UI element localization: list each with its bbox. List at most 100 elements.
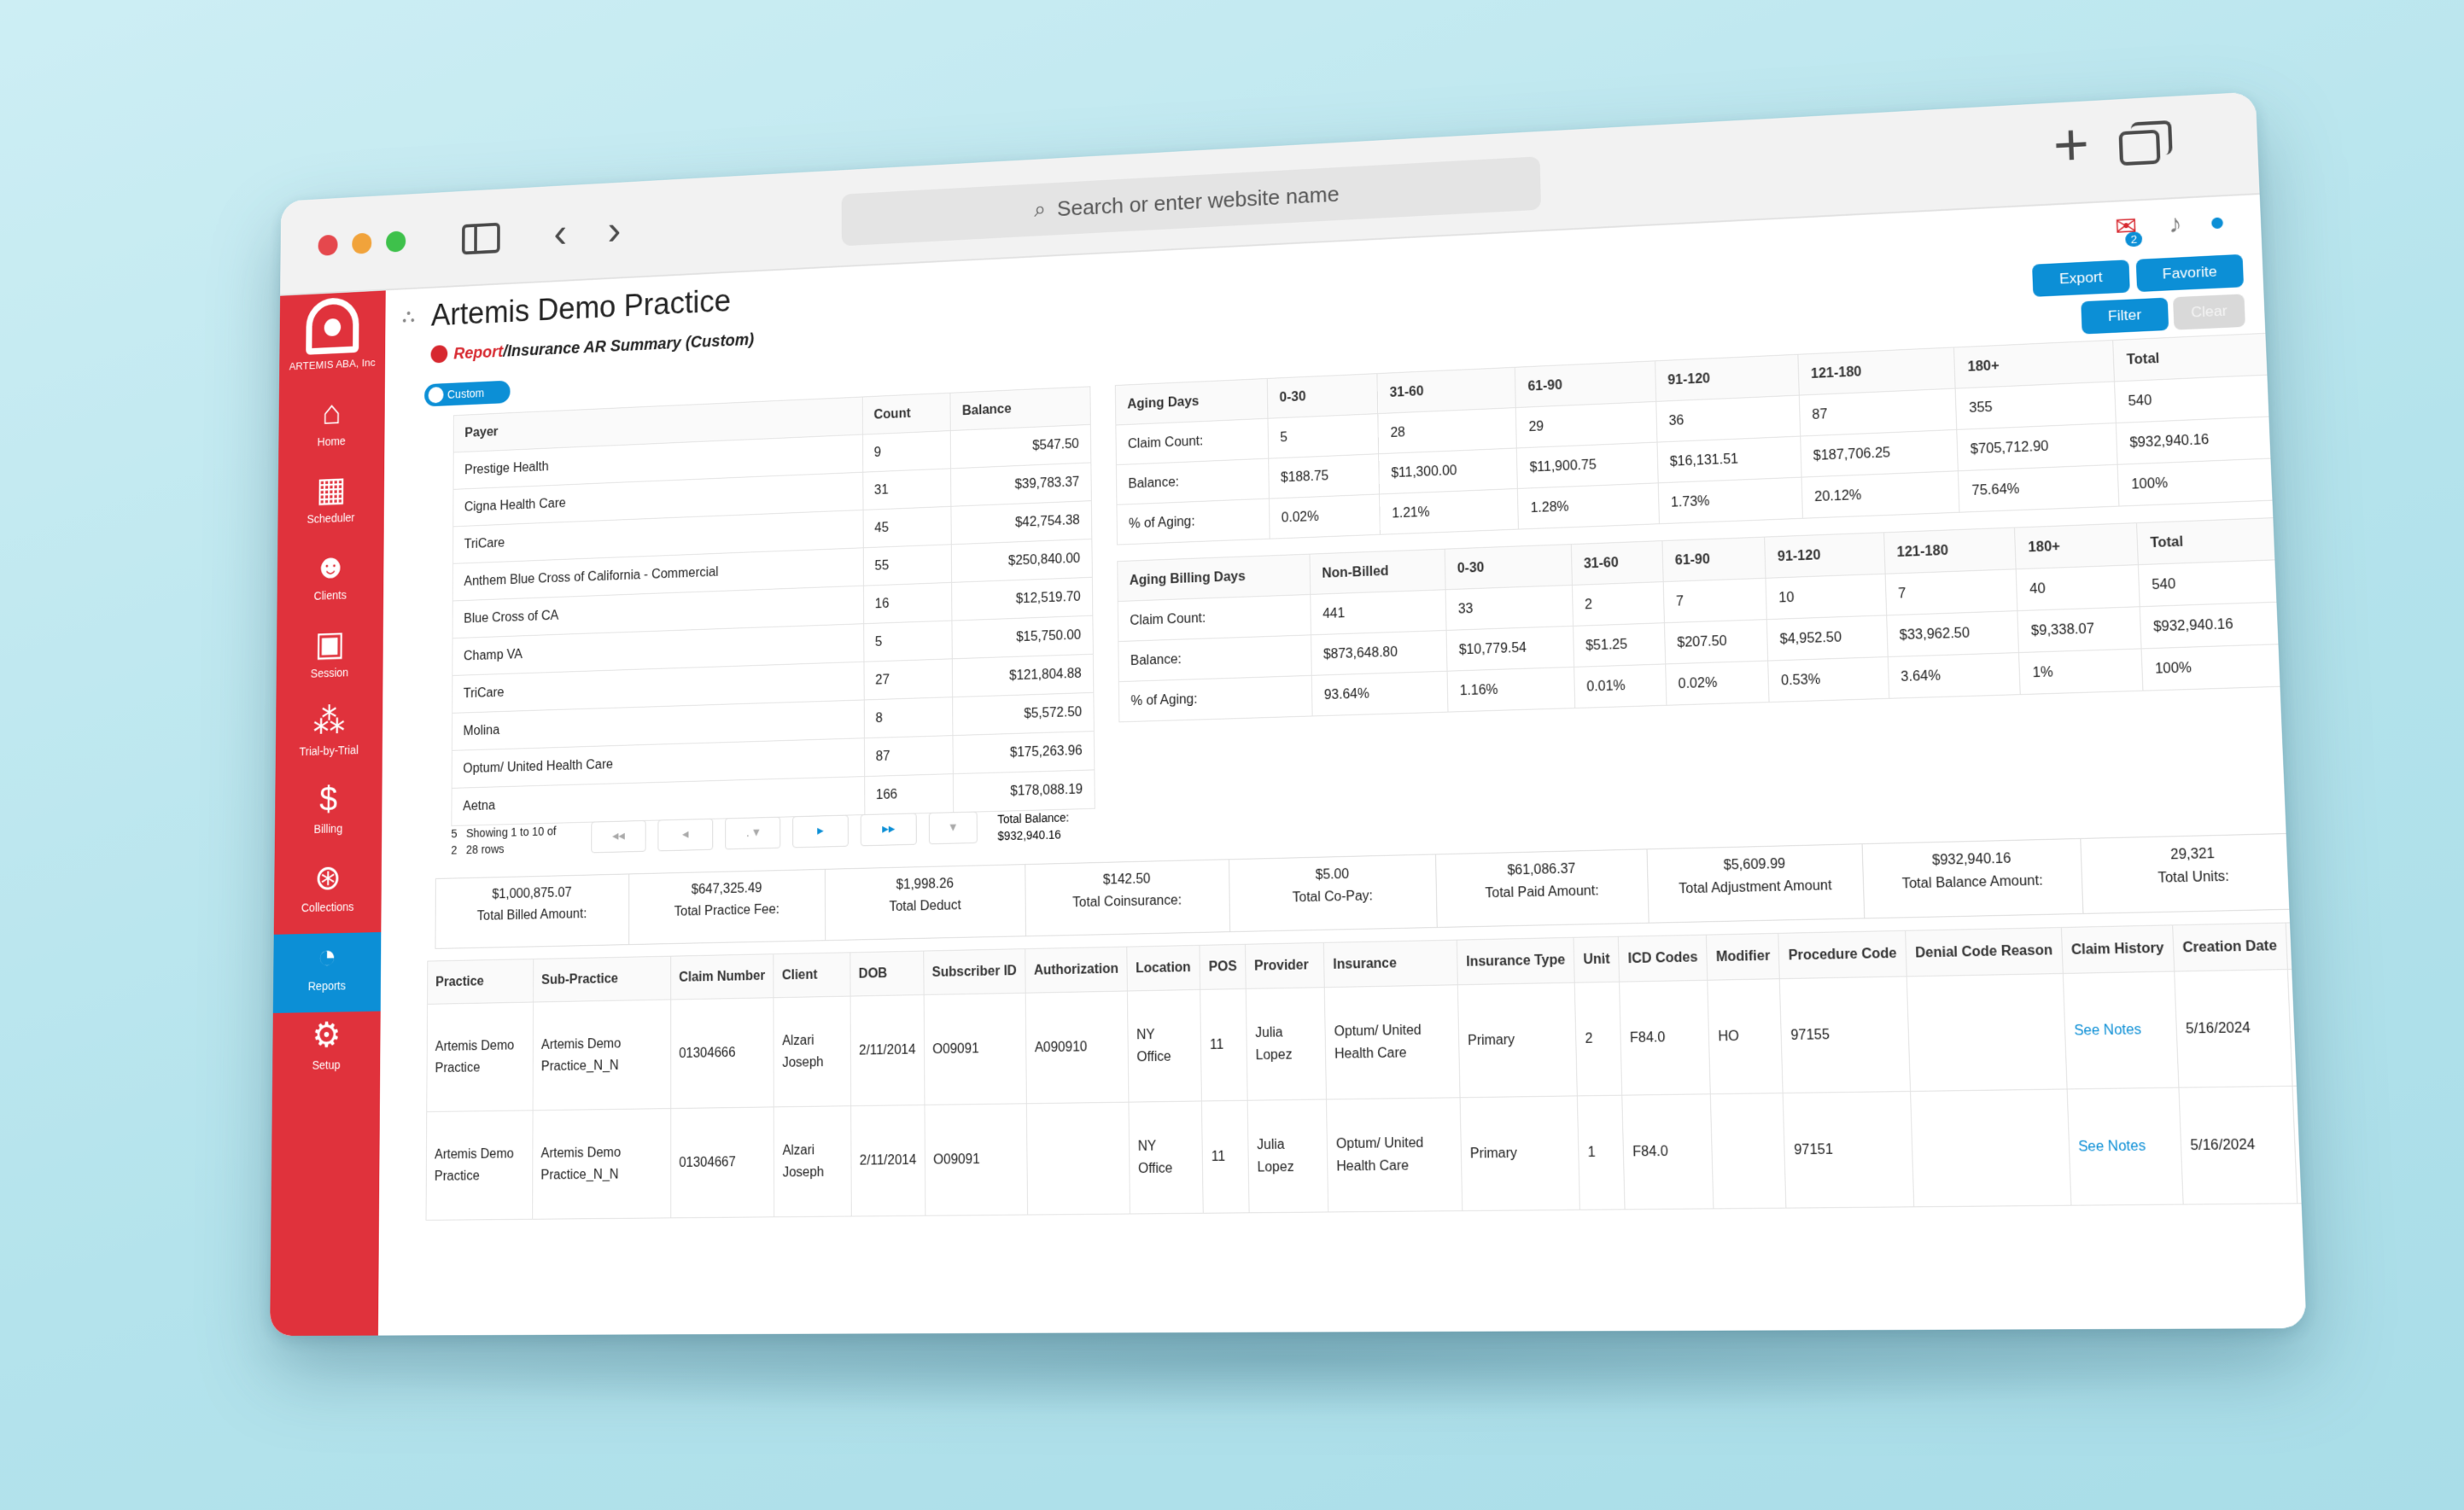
row-label: Claim Count: <box>1118 594 1311 642</box>
summary-value: $5,609.99 <box>1723 856 1786 873</box>
payer-count: 31 <box>862 468 952 510</box>
column-header[interactable]: Insurance <box>1323 940 1458 988</box>
column-header[interactable]: Subscriber ID <box>923 948 1026 995</box>
sidebar-toggle-icon[interactable] <box>461 222 500 255</box>
prev-page-button[interactable]: ◂ <box>657 818 714 852</box>
rows-dropdown[interactable]: ▾ <box>928 811 978 845</box>
table-cell: 20.12% <box>1801 470 1960 519</box>
column-header[interactable]: DC <box>2285 922 2307 970</box>
table-cell: 40 <box>2016 564 2140 611</box>
table-cell: 33 <box>1445 585 1574 631</box>
table-cell: 97155 <box>1779 976 1911 1093</box>
page-select[interactable]: . ▾ <box>725 816 781 850</box>
maximize-window-button[interactable] <box>386 230 406 253</box>
table-cell: $207.50 <box>1664 619 1768 664</box>
sidebar-item-home[interactable]: ⌂ Home <box>278 388 385 469</box>
summary-value: $142.50 <box>1102 872 1151 888</box>
column-header[interactable]: Unit <box>1574 936 1620 983</box>
payer-count: 8 <box>863 697 954 738</box>
column-header[interactable]: Procedure Code <box>1778 930 1907 979</box>
last-page-button[interactable]: ▸▸ <box>860 813 917 847</box>
new-tab-plus-icon[interactable]: + <box>2052 110 2091 178</box>
logo-mark-icon <box>306 296 359 355</box>
sidebar: ARTEMIS ABA, Inc ⌂ Home ▦ Scheduler ☻ Cl… <box>270 290 386 1337</box>
table-cell: 100% <box>2140 644 2289 691</box>
favorite-button[interactable]: Favorite <box>2135 254 2245 293</box>
column-header[interactable]: Denial Code Reason <box>1905 927 2063 977</box>
table-cell: Optum/ United Health Care <box>1326 1097 1463 1212</box>
page-size[interactable]: 5 <box>451 827 457 841</box>
column-header[interactable]: Sub-Practice <box>533 956 671 1003</box>
column-header[interactable]: Practice <box>427 959 534 1005</box>
next-page-button[interactable]: ▸ <box>792 814 849 848</box>
custom-toggle[interactable]: Custom <box>424 380 511 407</box>
column-header[interactable]: ICD Codes <box>1618 935 1708 982</box>
back-arrow-icon[interactable]: ‹ <box>553 209 567 258</box>
table-cell: Optum/ United Health Care <box>1324 984 1461 1099</box>
table-cell: HO <box>1707 978 1784 1094</box>
pager-rows: 28 rows <box>465 842 505 857</box>
sidebar-item-setup[interactable]: ⚙ Setup <box>272 1012 381 1093</box>
total-balance-value: $932,940.16 <box>997 827 1061 843</box>
table-cell: 01304667 <box>670 1106 774 1218</box>
first-page-button[interactable]: ◂◂ <box>591 819 646 854</box>
column-header[interactable]: DOB <box>850 951 924 997</box>
sidebar-item-billing[interactable]: $ Billing <box>275 775 382 856</box>
summary-cell: $1,998.26 Total Deduct <box>826 865 1027 941</box>
sidebar-item-reports[interactable]: ◔ Reports <box>272 932 382 1013</box>
sidebar-item-session[interactable]: ▣ Session <box>276 619 383 700</box>
see-notes-link[interactable]: See Notes <box>2066 1087 2183 1206</box>
column-header[interactable]: Creation Date <box>2172 923 2288 972</box>
close-window-button[interactable] <box>318 234 338 256</box>
forward-arrow-icon[interactable]: › <box>608 207 622 255</box>
table-cell: Artemis Demo Practice_N_N <box>533 1000 671 1111</box>
minimize-window-button[interactable] <box>352 232 372 254</box>
payer-balance: $42,754.38 <box>951 500 1092 545</box>
column-header[interactable]: Authorization <box>1025 947 1128 994</box>
search-icon: ⌕ <box>1034 195 1047 222</box>
bell-icon[interactable]: ♪ <box>2168 210 2182 239</box>
table-cell: A090910 <box>1025 990 1129 1104</box>
table-cell: Julia Lopez <box>1247 1099 1328 1213</box>
session-icon: ▣ <box>314 623 346 663</box>
column-header[interactable]: Insurance Type <box>1457 937 1575 985</box>
total-balance-label: Total Balance: <box>997 810 1070 826</box>
summary-cell: $5,609.99 Total Adjustment Amount <box>1647 844 1865 923</box>
table-cell: 0.02% <box>1269 493 1381 539</box>
breadcrumb-current: /Insurance AR Summary (Custom) <box>503 330 755 361</box>
column-header[interactable]: Balance <box>950 386 1091 431</box>
payer-count: 16 <box>863 582 953 624</box>
aging-billing-days-table: Aging Billing Days Non-Billed 0-30 31-60 61-… <box>1117 517 2289 723</box>
row-label: Balance: <box>1116 458 1270 505</box>
sidebar-item-clients[interactable]: ☻ Clients <box>277 542 383 623</box>
address-bar[interactable]: ⌕ Search or enter website name <box>841 156 1542 247</box>
filter-button[interactable]: Filter <box>2081 297 2169 335</box>
export-button[interactable]: Export <box>2032 259 2130 297</box>
table-cell: 93.64% <box>1311 671 1448 716</box>
pie-chart-icon: ◔ <box>317 936 337 976</box>
artemis-logo[interactable]: ARTEMIS ABA, Inc <box>279 295 386 388</box>
column-header[interactable]: Claim Number <box>670 953 774 1000</box>
column-header[interactable]: Modifier <box>1706 933 1780 981</box>
column-header[interactable]: Client <box>773 952 850 998</box>
column-header: 180+ <box>1954 340 2115 389</box>
sidebar-item-label: Reports <box>307 978 346 994</box>
sidebar-item-collections[interactable]: ⊛ Collections <box>274 854 382 935</box>
see-notes-link[interactable]: See Notes <box>2062 971 2179 1089</box>
column-header[interactable]: POS <box>1200 944 1247 990</box>
row-label: % of Aging: <box>1118 675 1313 722</box>
column-header[interactable]: Claim History <box>2061 924 2175 974</box>
user-avatar-icon[interactable]: ● <box>2209 207 2226 236</box>
table-cell: Alzari Joseph <box>774 1105 852 1217</box>
column-header[interactable]: Provider <box>1245 942 1325 989</box>
sidebar-item-trial-by-trial[interactable]: ⁂ Trial-by-Trial <box>276 697 383 778</box>
tabs-overview-icon[interactable] <box>2118 129 2161 166</box>
table-cell: $51.25 <box>1573 622 1666 668</box>
table-cell: 2 <box>1574 982 1623 1096</box>
breadcrumb-root[interactable]: Report <box>453 343 503 363</box>
column-header[interactable]: Location <box>1126 945 1200 991</box>
sidebar-item-scheduler[interactable]: ▦ Scheduler <box>277 464 384 545</box>
clear-button[interactable]: Clear <box>2172 294 2245 330</box>
header-icons: ✉2 ♪ ● <box>2095 207 2226 248</box>
column-header[interactable]: Count <box>861 393 951 435</box>
